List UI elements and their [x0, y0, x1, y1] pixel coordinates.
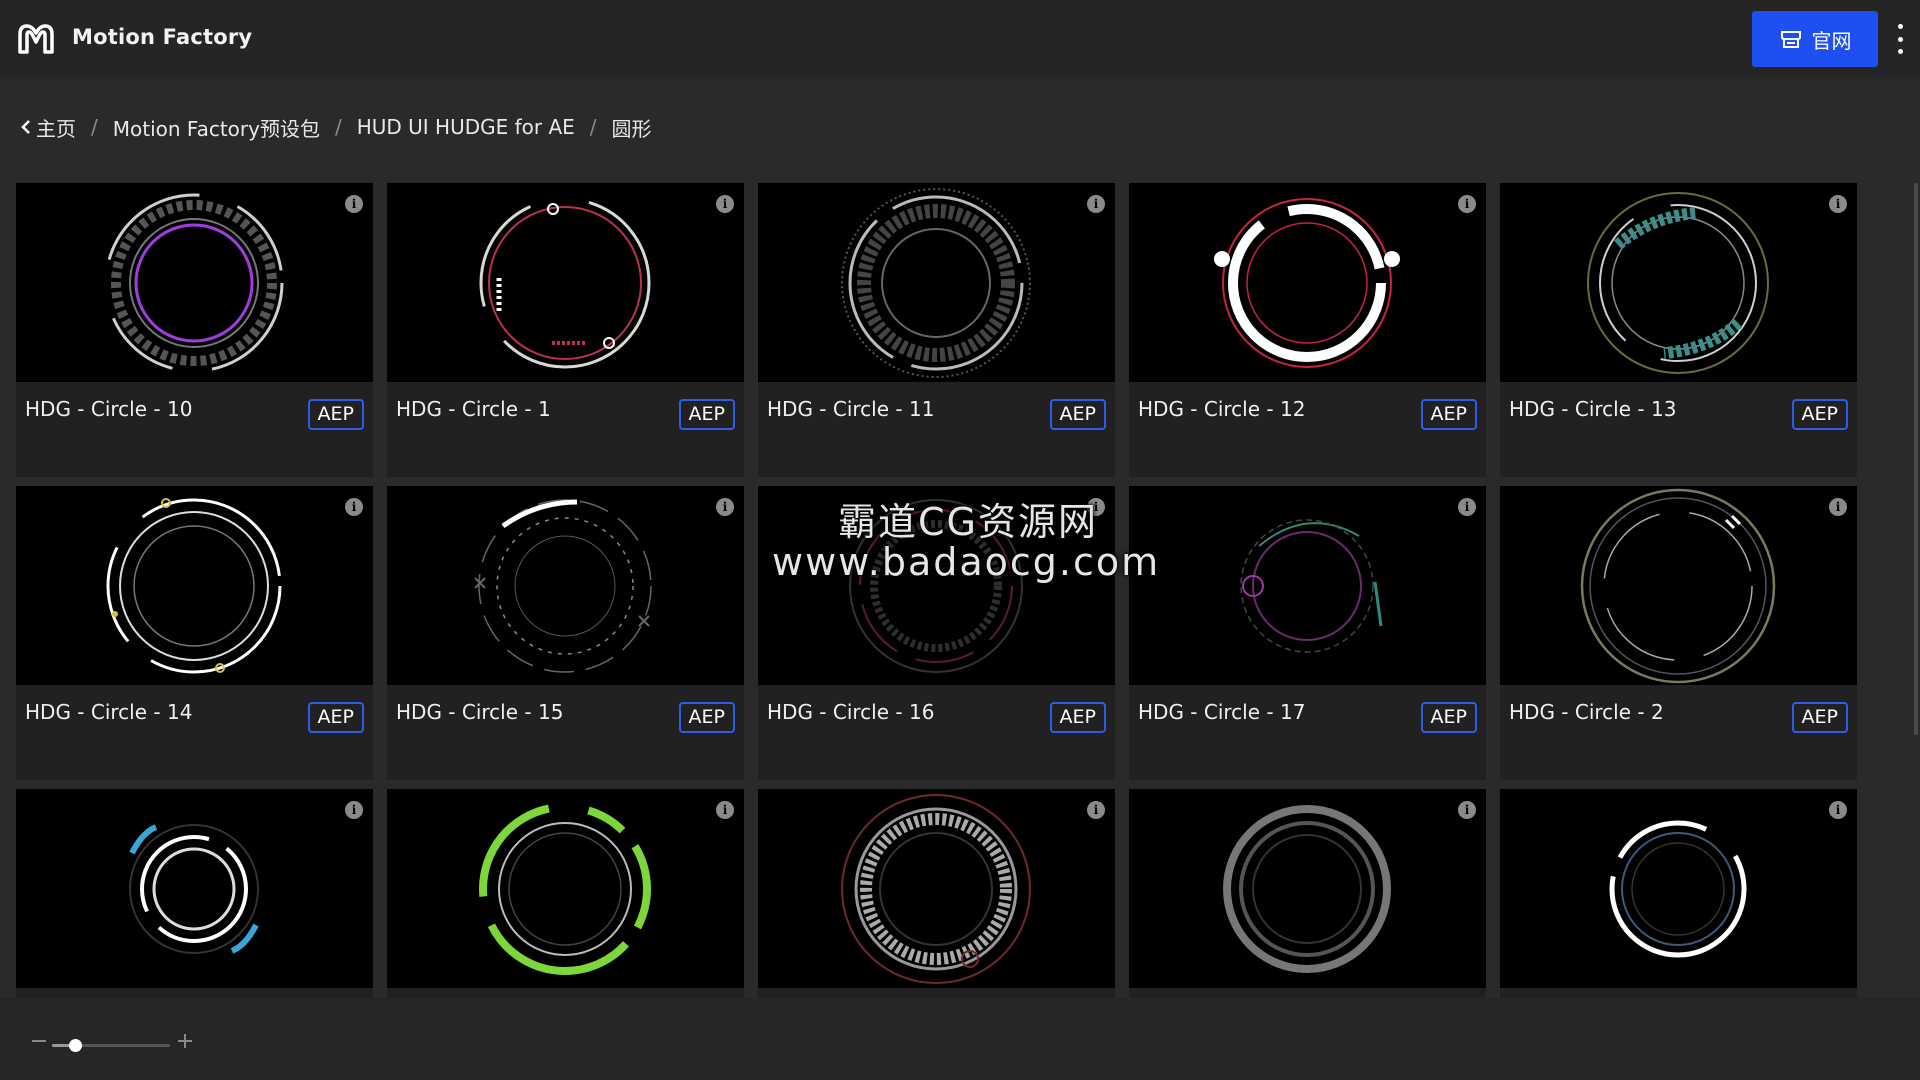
official-site-label: 官网: [1811, 28, 1852, 53]
info-icon[interactable]: i: [1458, 498, 1476, 516]
aep-badge: AEP: [1420, 399, 1477, 430]
preset-title: HDG - Circle - 16: [767, 700, 935, 724]
info-icon[interactable]: i: [716, 195, 734, 213]
breadcrumb-separator: /: [334, 115, 342, 139]
preset-thumbnail: [758, 183, 1115, 382]
zoom-out-icon[interactable]: [30, 1032, 48, 1050]
aep-badge: AEP: [1791, 702, 1848, 733]
info-icon[interactable]: i: [716, 498, 734, 516]
breadcrumb-hud-ui[interactable]: HUD UI HUDGE for AE: [357, 115, 575, 139]
preset-title: HDG - Circle - 2: [1509, 700, 1664, 724]
aep-badge: AEP: [678, 702, 735, 733]
info-icon[interactable]: i: [1458, 801, 1476, 819]
preset-thumbnail: [1500, 183, 1857, 382]
watermark-text: 霸道CG资源网: [838, 500, 1098, 544]
preset-card[interactable]: i: [1500, 789, 1857, 998]
breadcrumb-current: 圆形: [611, 116, 652, 141]
preset-thumbnail: [1129, 789, 1486, 988]
preset-thumbnail: [1500, 789, 1857, 988]
aep-badge: AEP: [1049, 399, 1106, 430]
app-header: Motion Factory 官网: [0, 0, 1920, 77]
zoom-in-icon[interactable]: [176, 1032, 194, 1050]
info-icon[interactable]: i: [1829, 195, 1847, 213]
motion-factory-logo-icon[interactable]: [16, 22, 56, 56]
preset-title: HDG - Circle - 11: [767, 397, 935, 421]
preset-title: HDG - Circle - 17: [1138, 700, 1306, 724]
preset-thumbnail: [1500, 486, 1857, 685]
breadcrumb-preset-pack[interactable]: Motion Factory预设包: [113, 113, 320, 142]
preset-thumbnail: [758, 789, 1115, 988]
info-icon[interactable]: i: [716, 801, 734, 819]
preset-title: HDG - Circle - 10: [25, 397, 193, 421]
preset-title: HDG - Circle - 14: [25, 700, 193, 724]
preset-thumbnail: [16, 183, 373, 382]
preset-thumbnail: [16, 486, 373, 685]
info-icon[interactable]: i: [345, 801, 363, 819]
preset-card[interactable]: i HDG - Circle - 13 AEP: [1500, 183, 1857, 477]
info-icon[interactable]: i: [1087, 195, 1105, 213]
breadcrumb-separator: /: [91, 115, 98, 139]
preset-title: HDG - Circle - 12: [1138, 397, 1306, 421]
preset-title: HDG - Circle - 15: [396, 700, 564, 724]
preset-card[interactable]: i HDG - Circle - 2 AEP: [1500, 486, 1857, 780]
aep-badge: AEP: [1791, 399, 1848, 430]
aep-badge: AEP: [1049, 702, 1106, 733]
preset-card[interactable]: i HDG - Circle - 17 AEP: [1129, 486, 1486, 780]
preset-thumbnail: [1129, 183, 1486, 382]
preset-title: HDG - Circle - 1: [396, 397, 551, 421]
info-icon[interactable]: i: [1829, 801, 1847, 819]
preset-grid: i HDG - Circle - 10 AEP i HDG - Circle -…: [16, 183, 1858, 998]
official-site-button[interactable]: 官网: [1752, 11, 1878, 67]
preset-thumbnail: [387, 789, 744, 988]
info-icon[interactable]: i: [1829, 498, 1847, 516]
preset-title: HDG - Circle - 13: [1509, 397, 1677, 421]
preset-card[interactable]: i HDG - Circle - 12 AEP: [1129, 183, 1486, 477]
preset-card[interactable]: i: [387, 789, 744, 998]
info-icon[interactable]: i: [345, 498, 363, 516]
app-title: Motion Factory: [72, 25, 253, 49]
preset-thumbnail: [387, 183, 744, 382]
aep-badge: AEP: [1420, 702, 1477, 733]
watermark-url: www.badaocg.com: [772, 540, 1161, 584]
preset-thumbnail: [387, 486, 744, 685]
preset-card[interactable]: i HDG - Circle - 1 AEP: [387, 183, 744, 477]
info-icon[interactable]: i: [1087, 801, 1105, 819]
preset-card[interactable]: i: [16, 789, 373, 998]
preset-card[interactable]: i HDG - Circle - 11 AEP: [758, 183, 1115, 477]
preset-card[interactable]: i: [1129, 789, 1486, 998]
preset-card[interactable]: i HDG - Circle - 15 AEP: [387, 486, 744, 780]
preset-card[interactable]: i HDG - Circle - 14 AEP: [16, 486, 373, 780]
aep-badge: AEP: [307, 702, 364, 733]
zoom-slider-handle[interactable]: [69, 1039, 83, 1052]
preset-thumbnail: [16, 789, 373, 988]
store-icon: [1780, 31, 1801, 48]
preset-thumbnail: [1129, 486, 1486, 685]
info-icon[interactable]: i: [345, 195, 363, 213]
breadcrumb-home[interactable]: 主页: [36, 113, 76, 142]
preset-card[interactable]: i HDG - Circle - 10 AEP: [16, 183, 373, 477]
footer-bar: [0, 998, 1920, 1080]
preset-card[interactable]: i: [758, 789, 1115, 998]
aep-badge: AEP: [678, 399, 735, 430]
info-icon[interactable]: i: [1458, 195, 1476, 213]
aep-badge: AEP: [307, 399, 364, 430]
chevron-left-icon[interactable]: [20, 119, 32, 135]
vertical-ellipsis-icon[interactable]: [1890, 24, 1910, 54]
scrollbar-thumb[interactable]: [1914, 183, 1918, 735]
breadcrumb: 主页 / Motion Factory预设包 / HUD UI HUDGE fo…: [20, 112, 652, 142]
breadcrumb-separator: /: [589, 115, 597, 139]
